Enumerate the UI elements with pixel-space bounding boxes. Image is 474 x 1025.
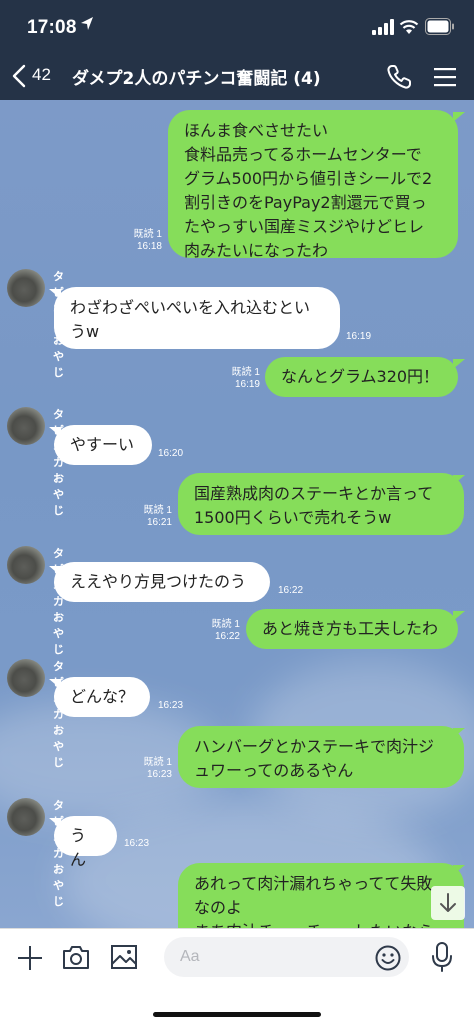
message-time: 16:23 (146, 769, 172, 780)
message-meta: 既読 1 16:23 (128, 757, 172, 781)
sender-name: タピオカおやじ (53, 547, 64, 656)
message-time: 16:18 (136, 241, 162, 252)
message-bubble[interactable]: ハンバーグとかステーキで肉汁ジ ュワーってのあるやん (178, 726, 464, 788)
message-bubble[interactable]: あれって肉汁漏れちゃってて失敗 なのよ まあ肉汁チューチューしたいなら (178, 863, 464, 928)
message-time: 16:21 (146, 517, 172, 528)
message-bubble[interactable]: 国産熟成肉のステーキとか言って 1500円くらいで売れそうw (178, 473, 464, 535)
read-receipt: 既読 1 (143, 757, 172, 768)
bubble-tail (453, 611, 465, 621)
message-time: 16:19 (234, 379, 260, 390)
bubble-tail (453, 112, 465, 122)
message-time: 16:19 (346, 331, 372, 342)
message-time: 16:20 (158, 448, 184, 459)
message-input[interactable] (164, 937, 409, 977)
avatar[interactable] (7, 798, 45, 836)
message-meta: 既読 1 16:19 (216, 367, 260, 391)
avatar[interactable] (7, 659, 45, 697)
message-bubble[interactable]: やすーい (54, 425, 152, 465)
message-bubble[interactable]: ほんま食べさせたい 食料品売ってるホームセンターで グラム500円から値引きシー… (168, 110, 458, 260)
sender-name: タピオカおやじ (53, 799, 64, 908)
image-icon[interactable] (110, 944, 138, 970)
message-time: 16:22 (278, 585, 304, 596)
message-time: 16:23 (124, 838, 150, 849)
home-indicator (153, 1012, 321, 1017)
chevron-left-icon (12, 64, 26, 88)
message-bubble[interactable]: なんとグラム320円！ (265, 357, 458, 397)
read-receipt: 既読 1 (133, 229, 162, 240)
bubble-tail (453, 475, 465, 485)
chat-room-title: ダメプ2人のパチンコ奮闘記 (4) (72, 69, 321, 89)
message-meta: 16:19 (346, 331, 386, 343)
sender-name: タピオカおやじ (53, 408, 64, 517)
plus-icon[interactable] (15, 943, 45, 973)
avatar[interactable] (7, 407, 45, 445)
arrow-down-icon (440, 893, 456, 912)
bubble-tail (453, 728, 465, 738)
message-meta: 既読 1 16:18 (118, 229, 162, 253)
avatar[interactable] (7, 269, 45, 307)
battery-icon (425, 18, 454, 35)
message-meta: 16:20 (158, 448, 198, 460)
message-input-bar (0, 928, 474, 1025)
phone-icon[interactable] (384, 62, 414, 92)
message-bubble[interactable]: ええやり方見つけたのう (54, 562, 270, 602)
chat-header: 17:08 42 ダメプ2人のパチンコ奮闘記 (4) (0, 0, 474, 100)
sender-name: タピオカおやじ (53, 660, 64, 769)
message-time: 16:23 (158, 700, 184, 711)
back-button[interactable]: 42 (10, 56, 62, 96)
message-meta: 16:22 (278, 585, 318, 597)
message-bubble[interactable]: あと焼き方も工夫したわ (246, 609, 458, 649)
message-bubble[interactable]: どんな？ (54, 677, 150, 717)
status-bar: 17:08 (0, 0, 474, 56)
cellular-signal-icon (372, 19, 394, 35)
bubble-tail (453, 359, 465, 369)
microphone-icon[interactable] (430, 941, 454, 973)
read-receipt: 既読 1 (211, 619, 240, 630)
emoji-icon[interactable] (374, 944, 402, 972)
location-arrow-icon (81, 17, 93, 30)
avatar[interactable] (7, 546, 45, 584)
message-meta: 16:23 (124, 838, 164, 850)
status-time: 17:08 (27, 17, 77, 38)
message-meta: 既読 1 16:21 (128, 505, 172, 529)
read-receipt: 既読 1 (231, 367, 260, 378)
unread-count: 42 (32, 65, 51, 84)
message-meta: 16:23 (158, 700, 198, 712)
read-receipt: 既読 1 (143, 505, 172, 516)
bubble-tail (453, 865, 465, 875)
camera-icon[interactable] (61, 943, 91, 971)
message-bubble[interactable]: わざわざぺいぺいを入れ込むとい うw (54, 287, 340, 349)
message-bubble[interactable]: うん (54, 816, 117, 869)
chat-message-list[interactable]: ほんま食べさせたい 食料品売ってるホームセンターで グラム500円から値引きシー… (0, 100, 474, 928)
hamburger-menu-icon[interactable] (432, 64, 458, 90)
scroll-to-bottom-button[interactable] (431, 886, 465, 920)
message-time: 16:22 (214, 631, 240, 642)
wifi-icon (399, 20, 419, 34)
nav-bar: 42 ダメプ2人のパチンコ奮闘記 (4) (0, 56, 474, 100)
message-meta: 既読 1 16:22 (196, 619, 240, 643)
